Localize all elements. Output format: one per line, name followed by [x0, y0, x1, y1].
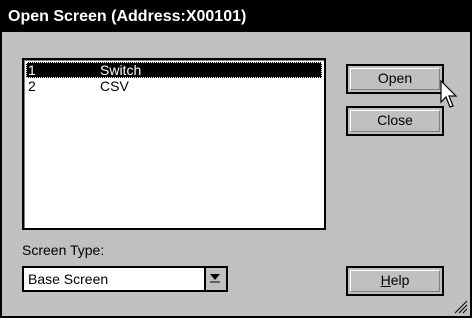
help-rest: elp	[390, 272, 410, 288]
list-item-number: 2	[28, 78, 36, 94]
help-button-label: Help	[381, 272, 410, 288]
help-button[interactable]: Help	[346, 266, 444, 296]
list-item-number: 1	[28, 62, 36, 78]
chevron-down-icon	[210, 274, 220, 283]
list-item-name: CSV	[100, 78, 129, 94]
resize-grip-icon[interactable]	[452, 298, 468, 314]
open-button[interactable]: Open	[346, 64, 444, 94]
help-accelerator: H	[380, 272, 391, 288]
open-screen-dialog: Open Screen (Address:X00101) 1 Switch 2 …	[0, 0, 472, 318]
dropdown-button[interactable]	[204, 268, 226, 290]
list-item-name: Switch	[100, 62, 142, 78]
list-item[interactable]: 1 Switch	[26, 62, 322, 78]
screen-type-label: Screen Type:	[22, 242, 105, 258]
close-button-label: Close	[377, 112, 413, 128]
close-button[interactable]: Close	[346, 106, 444, 136]
screen-type-value: Base Screen	[28, 271, 109, 287]
screen-listbox[interactable]: 1 Switch 2 CSV	[22, 58, 326, 230]
list-item[interactable]: 2 CSV	[26, 78, 322, 94]
window-title: Open Screen (Address:X00101)	[2, 2, 470, 32]
mouse-pointer-icon	[440, 80, 458, 108]
screen-type-select[interactable]: Base Screen	[22, 266, 228, 292]
open-button-label: Open	[377, 70, 413, 86]
